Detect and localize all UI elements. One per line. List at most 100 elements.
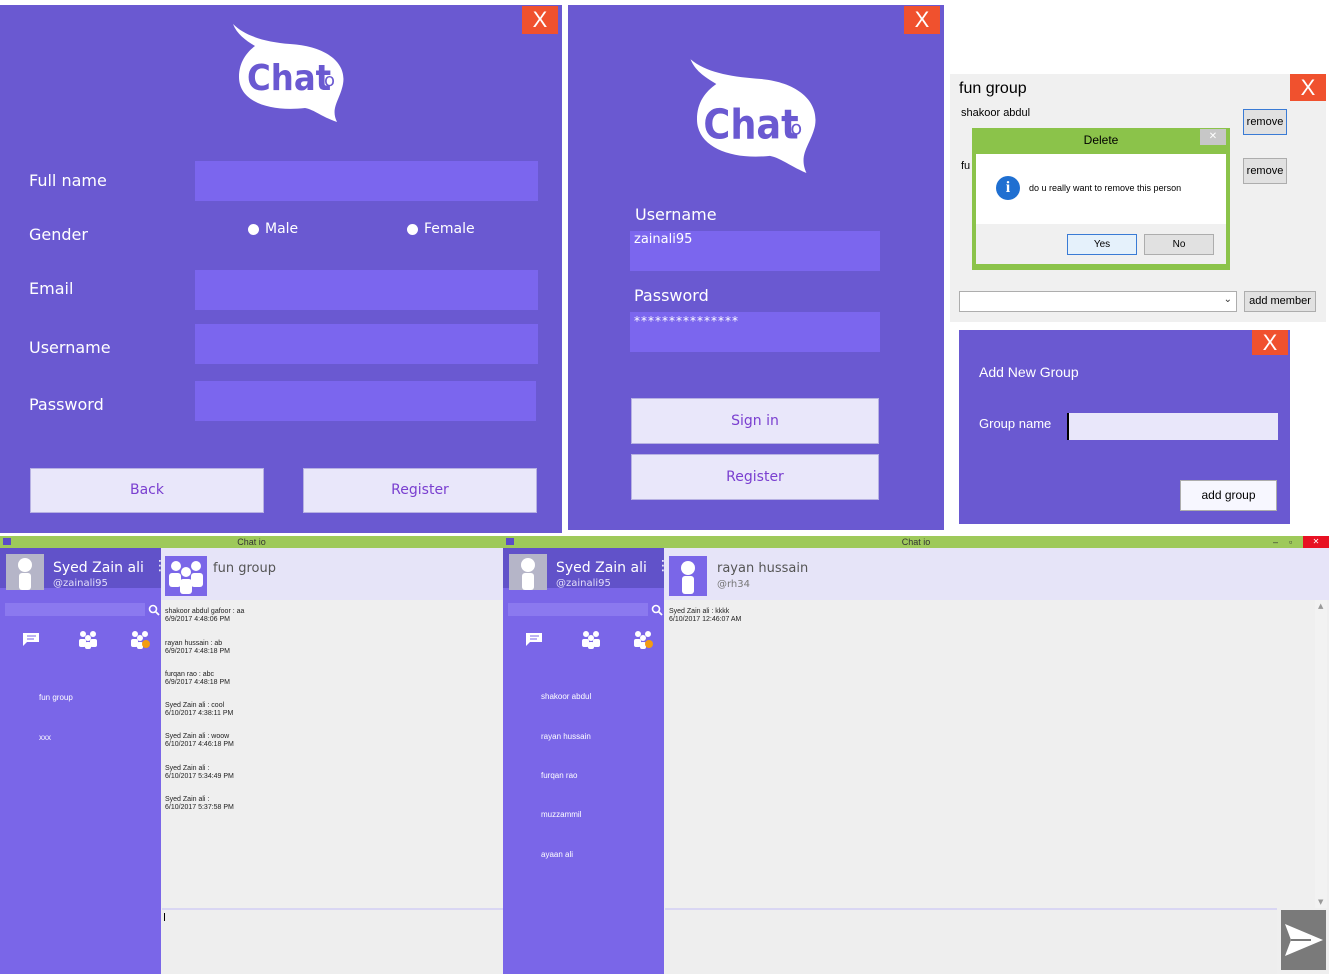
user-handle: @zainali95 — [556, 578, 611, 589]
text-cursor — [164, 913, 165, 921]
chats-tab-icon[interactable] — [524, 631, 544, 651]
message-text: Syed Zain ali : woow — [165, 733, 230, 740]
message-item: furqan rao : abc 6/9/2017 4:48:18 PM — [165, 671, 230, 687]
send-button[interactable] — [1281, 910, 1326, 970]
message-input[interactable] — [162, 908, 503, 974]
member-select[interactable]: ⌄ — [959, 291, 1237, 312]
group-close-button[interactable]: X — [1290, 74, 1326, 101]
login-close-button[interactable]: X — [904, 6, 940, 34]
login-username-input[interactable]: zainali95 — [630, 231, 880, 271]
message-item: Syed Zain ali :6/10/2017 5:34:49 PM — [165, 765, 234, 781]
add-group-tab-icon[interactable] — [632, 629, 654, 653]
chevron-down-icon: ⌄ — [1223, 294, 1232, 305]
dialog-yes-button[interactable]: Yes — [1067, 234, 1137, 255]
add-group-window: X Add New Group Group name add group — [959, 330, 1290, 524]
remove-member-button[interactable]: remove — [1243, 158, 1287, 184]
groups-tab-icon[interactable] — [77, 629, 99, 653]
groups-tab-icon[interactable] — [580, 629, 602, 653]
message-item: Syed Zain ali : kkkk 6/10/2017 12:46:07 A… — [669, 608, 1309, 624]
chat-header: fun group — [161, 548, 503, 600]
chat-title: fun group — [213, 561, 276, 576]
search-input[interactable] — [5, 603, 145, 616]
send-icon — [1285, 924, 1323, 956]
register-window: X Chat io Full name Gender Male Female E… — [0, 5, 562, 533]
male-radio[interactable] — [248, 224, 259, 235]
group-list-item[interactable]: xxx — [39, 733, 51, 742]
message-text: Syed Zain ali : — [165, 765, 210, 772]
contact-list-item[interactable]: shakoor abdul — [541, 692, 591, 701]
search-icon[interactable] — [651, 601, 663, 620]
message-time: 6/9/2017 4:48:18 PM — [165, 679, 230, 686]
dialog-no-button[interactable]: No — [1144, 234, 1214, 255]
register-username-input[interactable] — [195, 324, 538, 364]
avatar-icon — [509, 554, 547, 590]
scroll-up-icon[interactable]: ▲ — [1318, 602, 1323, 610]
contact-list-item[interactable]: furqan rao — [541, 771, 577, 780]
login-logo: Chat io — [686, 55, 826, 173]
message-list: Syed Zain ali : kkkk 6/10/2017 12:46:07 A… — [669, 608, 1309, 624]
login-password-input[interactable]: *************** — [630, 312, 880, 352]
chat-bubble-icon: Chat io — [690, 59, 816, 173]
chat-header: rayan hussain @rh34 — [664, 548, 1329, 600]
profile-header: Syed Zain ali @zainali95 ⋮ — [0, 548, 167, 590]
back-button[interactable]: Back — [30, 468, 264, 513]
message-item: Syed Zain ali :6/10/2017 5:37:58 PM — [165, 796, 234, 812]
message-item: Syed Zain ali : cool 6/10/2017 4:38:11 PM — [165, 702, 233, 718]
add-group-tab-icon[interactable] — [129, 629, 151, 653]
add-group-title: Add New Group — [979, 364, 1079, 380]
search-input[interactable] — [508, 603, 648, 616]
contact-list-item[interactable]: ayaan ali — [541, 850, 573, 859]
login-username-value: zainali95 — [634, 232, 693, 247]
contact-list-item[interactable]: rayan hussain — [541, 732, 591, 741]
chat-window-1: Chat io Syed Zain ali @zainali95 ⋮ fun g… — [0, 536, 503, 974]
add-member-button[interactable]: add member — [1244, 291, 1316, 312]
group-name-input[interactable] — [1067, 413, 1278, 440]
gender-label: Gender — [29, 225, 88, 244]
female-radio[interactable] — [407, 224, 418, 235]
chat-handle: @rh34 — [717, 579, 750, 590]
window-titlebar: Chat io – ▫ ✕ — [503, 536, 1329, 548]
add-group-button[interactable]: add group — [1180, 480, 1277, 511]
chat-window-2: Chat io – ▫ ✕ Syed Zain ali @zainali95 ⋮… — [503, 536, 1329, 974]
app-icon — [3, 538, 11, 545]
restore-button[interactable]: ▫ — [1289, 536, 1292, 548]
fullname-label: Full name — [29, 171, 107, 190]
register-button[interactable]: Register — [303, 468, 537, 513]
group-list-item[interactable]: fun group — [39, 693, 73, 702]
user-name: Syed Zain ali — [556, 560, 647, 576]
logo-sub-text: io — [319, 70, 335, 91]
member-name: fu — [961, 160, 971, 172]
register-password-input[interactable] — [195, 381, 536, 421]
register-username-label: Username — [29, 338, 111, 357]
login-register-button[interactable]: Register — [631, 454, 879, 500]
message-item: shakoor abdul gafoor : aa 6/9/2017 4:48:0… — [165, 608, 244, 624]
user-name: Syed Zain ali — [53, 560, 144, 576]
fullname-input[interactable] — [195, 161, 538, 201]
avatar-icon — [669, 556, 707, 596]
scroll-down-icon[interactable]: ▼ — [1318, 898, 1323, 906]
group-title: fun group — [959, 80, 1027, 97]
window-title: Chat io — [901, 537, 931, 547]
remove-member-button[interactable]: remove — [1243, 109, 1287, 135]
message-time: 6/9/2017 4:48:06 PM — [165, 616, 230, 623]
group-avatar-icon — [165, 556, 207, 596]
message-input[interactable] — [665, 908, 1277, 974]
contact-list-item[interactable]: muzzammil — [541, 810, 581, 819]
scrollbar[interactable]: ▲ ▼ — [1315, 600, 1327, 908]
dialog-close-button[interactable]: ✕ — [1200, 129, 1226, 145]
signin-button[interactable]: Sign in — [631, 398, 879, 444]
user-handle: @zainali95 — [53, 578, 108, 589]
search-icon[interactable] — [148, 601, 160, 620]
message-text: rayan hussain : ab — [165, 640, 223, 647]
email-input[interactable] — [195, 270, 538, 310]
chats-tab-icon[interactable] — [21, 631, 41, 651]
female-label: Female — [424, 221, 475, 237]
dialog-title: Delete — [1083, 133, 1119, 147]
add-group-close-button[interactable]: X — [1252, 330, 1288, 355]
minimize-button[interactable]: – — [1273, 536, 1278, 548]
group-management-window: fun group X shakoor abdul remove fu remo… — [950, 74, 1326, 322]
login-password-label: Password — [634, 286, 709, 305]
window-close-button[interactable]: ✕ — [1303, 536, 1329, 548]
message-item: Syed Zain ali : woow 6/10/2017 4:46:18 PM — [165, 733, 234, 749]
register-close-button[interactable]: X — [522, 6, 558, 34]
